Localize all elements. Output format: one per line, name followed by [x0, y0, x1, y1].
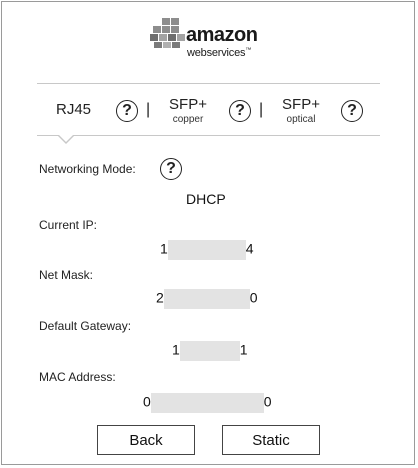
tab-separator: |	[259, 101, 264, 118]
tab-sfp-optical-label: SFP+	[282, 96, 320, 113]
current-ip-start: 1	[160, 240, 168, 257]
rj45-help-icon[interactable]: ?	[116, 100, 138, 122]
net-mask-start: 2	[156, 289, 164, 306]
tab-separator: |	[146, 101, 151, 118]
sfp-optical-help-icon[interactable]: ?	[341, 100, 363, 122]
aws-logo: amazon webservices™	[150, 16, 270, 66]
mac-address-label: MAC Address:	[39, 370, 116, 384]
mac-address-value: 00	[143, 393, 272, 413]
sfp-copper-help-icon[interactable]: ?	[229, 100, 251, 122]
tabbar-bottom-divider	[37, 135, 380, 136]
net-mask-end: 0	[249, 289, 258, 306]
redacted-block	[167, 240, 246, 260]
networking-mode-help-icon[interactable]: ?	[160, 158, 182, 180]
gateway-end: 1	[239, 341, 248, 358]
tab-sfp-copper[interactable]: SFP+ copper	[165, 96, 211, 125]
current-ip-value: 14	[160, 240, 254, 260]
net-mask-value: 20	[156, 289, 258, 309]
current-ip-end: 4	[245, 240, 254, 257]
default-gateway-label: Default Gateway:	[39, 319, 132, 333]
networking-mode-label: Networking Mode:	[39, 162, 136, 176]
redacted-block	[179, 341, 240, 361]
redacted-block	[163, 289, 250, 309]
tab-sfp-copper-sub: copper	[172, 114, 204, 125]
tab-sfp-optical-sub: optical	[286, 114, 316, 125]
static-button[interactable]: Static	[222, 425, 320, 455]
tab-sfp-copper-label: SFP+	[169, 96, 207, 113]
tab-sfp-optical[interactable]: SFP+ optical	[278, 96, 324, 125]
networking-mode-value: DHCP	[186, 191, 226, 207]
net-mask-label: Net Mask:	[39, 268, 94, 282]
redacted-block	[150, 393, 264, 413]
mac-end: 0	[263, 393, 272, 410]
back-button[interactable]: Back	[97, 425, 195, 455]
mac-start: 0	[143, 393, 151, 410]
current-ip-label: Current IP:	[39, 218, 98, 232]
brand-name: amazon	[186, 24, 258, 46]
tab-rj45[interactable]: RJ45	[56, 101, 91, 118]
gateway-start: 1	[172, 341, 180, 358]
active-tab-pointer-fill	[58, 134, 74, 142]
cubes-icon	[150, 18, 185, 48]
default-gateway-value: 11	[172, 341, 248, 361]
brand-tagline: webservices™	[187, 47, 252, 59]
tabbar-top-divider	[37, 83, 380, 84]
tab-rj45-label: RJ45	[56, 101, 92, 118]
